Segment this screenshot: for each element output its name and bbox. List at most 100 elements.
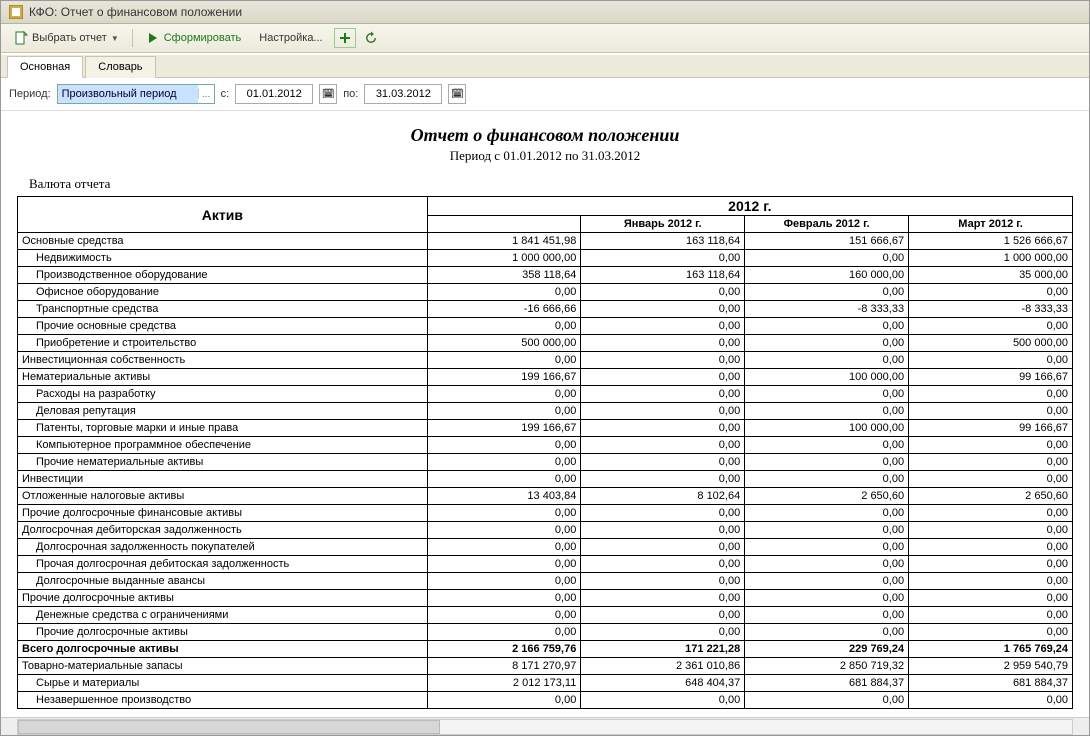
- row-value: 0,00: [909, 556, 1073, 573]
- row-value: 0,00: [745, 624, 909, 641]
- row-value: 0,00: [427, 539, 581, 556]
- row-value: 0,00: [581, 590, 745, 607]
- row-value: 229 769,24: [745, 641, 909, 658]
- row-label: Отложенные налоговые активы: [18, 488, 428, 505]
- table-row: Денежные средства с ограничениями0,000,0…: [18, 607, 1073, 624]
- row-value: 0,00: [427, 318, 581, 335]
- horizontal-scrollbar[interactable]: [1, 717, 1089, 735]
- row-value: 1 526 666,67: [909, 233, 1073, 250]
- row-value: 2 959 540,79: [909, 658, 1073, 675]
- row-value: 0,00: [909, 539, 1073, 556]
- window-title: КФО: Отчет о финансовом положении: [29, 5, 242, 19]
- row-value: 0,00: [427, 522, 581, 539]
- row-value: 0,00: [427, 437, 581, 454]
- row-value: 0,00: [581, 284, 745, 301]
- table-row: Транспортные средства-16 666,660,00-8 33…: [18, 301, 1073, 318]
- row-value: 0,00: [909, 607, 1073, 624]
- row-value: 0,00: [581, 607, 745, 624]
- row-value: 1 000 000,00: [427, 250, 581, 267]
- row-value: 0,00: [581, 386, 745, 403]
- row-value: 0,00: [745, 471, 909, 488]
- row-value: 0,00: [581, 301, 745, 318]
- currency-label: Валюта отчета: [29, 176, 1073, 192]
- plus-icon: [338, 31, 352, 45]
- row-value: 0,00: [909, 437, 1073, 454]
- row-value: 100 000,00: [745, 369, 909, 386]
- period-combo-dropdown[interactable]: …: [198, 89, 214, 99]
- table-row: Долгосрочная дебиторская задолженность0,…: [18, 522, 1073, 539]
- tab-dict[interactable]: Словарь: [85, 56, 155, 78]
- settings-button[interactable]: Настройка...: [252, 29, 329, 47]
- period-input[interactable]: [58, 85, 198, 103]
- table-row: Прочая долгосрочная дебитоская задолженн…: [18, 556, 1073, 573]
- calendar-icon: 🗓: [322, 89, 335, 100]
- generate-button[interactable]: Сформировать: [139, 28, 249, 48]
- row-label: Прочие долгосрочные активы: [18, 624, 428, 641]
- filter-bar: Период: … с: 🗓 по: 🗓: [1, 78, 1089, 111]
- generate-label: Сформировать: [164, 32, 242, 44]
- row-value: 2 650,60: [909, 488, 1073, 505]
- tab-main-label: Основная: [20, 61, 70, 73]
- row-value: 2 361 010,86: [581, 658, 745, 675]
- table-row: Патенты, торговые марки и иные права199 …: [18, 420, 1073, 437]
- report-table: Актив 2012 г. Январь 2012 г. Февраль 201…: [17, 196, 1073, 709]
- row-label: Основные средства: [18, 233, 428, 250]
- row-value: 0,00: [581, 318, 745, 335]
- row-value: 0,00: [745, 573, 909, 590]
- scrollbar-track[interactable]: [17, 719, 1073, 735]
- date-to-calendar-button[interactable]: 🗓: [448, 84, 466, 104]
- app-icon: [9, 5, 23, 19]
- row-value: 35 000,00: [909, 267, 1073, 284]
- row-label: Долгосрочная дебиторская задолженность: [18, 522, 428, 539]
- row-label: Прочие долгосрочные финансовые активы: [18, 505, 428, 522]
- table-row: Приобретение и строительство500 000,000,…: [18, 335, 1073, 352]
- report-area[interactable]: Отчет о финансовом положении Период с 01…: [1, 111, 1089, 717]
- select-report-button[interactable]: Выбрать отчет ▼: [7, 28, 126, 48]
- refresh-icon: [364, 31, 378, 45]
- table-row: Долгосрочная задолженность покупателей0,…: [18, 539, 1073, 556]
- row-label: Прочие нематериальные активы: [18, 454, 428, 471]
- row-value: 0,00: [581, 624, 745, 641]
- table-row: Прочие долгосрочные финансовые активы 0,0…: [18, 505, 1073, 522]
- row-value: 500 000,00: [427, 335, 581, 352]
- row-value: 0,00: [427, 692, 581, 709]
- table-row: Сырье и материалы2 012 173,11648 404,376…: [18, 675, 1073, 692]
- col-month-2: Март 2012 г.: [909, 216, 1073, 233]
- table-row: Прочие основные средства0,000,000,000,00: [18, 318, 1073, 335]
- row-value: 2 166 759,76: [427, 641, 581, 658]
- row-value: 0,00: [581, 437, 745, 454]
- row-value: -8 333,33: [909, 301, 1073, 318]
- from-label: с:: [221, 88, 230, 100]
- table-row: Незавершенное производство0,000,000,000,…: [18, 692, 1073, 709]
- report-subtitle: Период с 01.01.2012 по 31.03.2012: [17, 148, 1073, 164]
- period-combo[interactable]: …: [57, 84, 215, 104]
- period-label: Период:: [9, 88, 51, 100]
- col-month-0: Январь 2012 г.: [581, 216, 745, 233]
- row-value: 0,00: [427, 403, 581, 420]
- date-from-input[interactable]: [235, 84, 313, 104]
- row-value: 0,00: [909, 471, 1073, 488]
- row-value: 681 884,37: [745, 675, 909, 692]
- tab-main[interactable]: Основная: [7, 56, 83, 78]
- row-value: 2 850 719,32: [745, 658, 909, 675]
- tab-bar: Основная Словарь: [1, 55, 1089, 78]
- add-button[interactable]: [334, 28, 356, 48]
- date-from-calendar-button[interactable]: 🗓: [319, 84, 337, 104]
- row-value: 0,00: [745, 590, 909, 607]
- document-icon: [14, 31, 28, 45]
- row-value: 0,00: [581, 556, 745, 573]
- row-value: 358 118,64: [427, 267, 581, 284]
- date-to-input[interactable]: [364, 84, 442, 104]
- row-value: 0,00: [427, 573, 581, 590]
- row-value: 0,00: [427, 471, 581, 488]
- row-value: 99 166,67: [909, 369, 1073, 386]
- table-row: Производственное оборудование358 118,641…: [18, 267, 1073, 284]
- row-label: Долгосрочные выданные авансы: [18, 573, 428, 590]
- refresh-button[interactable]: [360, 28, 382, 48]
- scrollbar-thumb[interactable]: [18, 720, 440, 734]
- row-label: Всего долгосрочные активы: [18, 641, 428, 658]
- row-label: Расходы на разработку: [18, 386, 428, 403]
- row-value: 163 118,64: [581, 267, 745, 284]
- row-value: 13 403,84: [427, 488, 581, 505]
- row-value: 0,00: [745, 505, 909, 522]
